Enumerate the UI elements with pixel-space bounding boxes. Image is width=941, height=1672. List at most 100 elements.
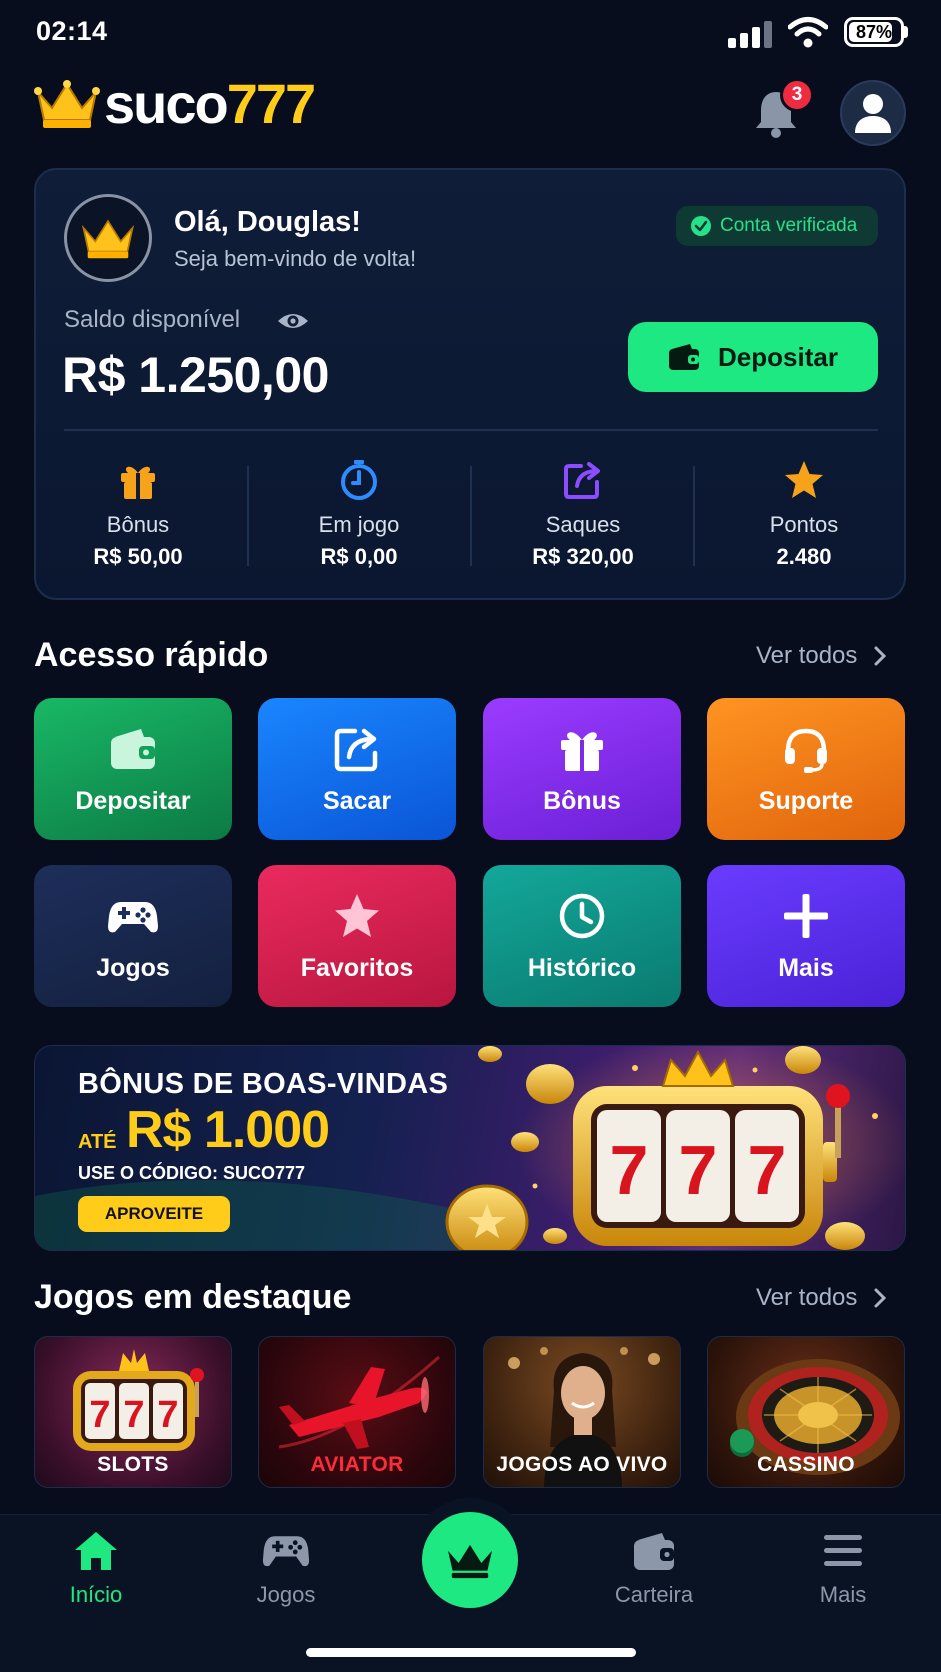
home-indicator — [306, 1648, 636, 1657]
deposit-button[interactable]: Depositar — [628, 322, 878, 392]
stat-separator — [470, 466, 472, 566]
balance-value: R$ 1.250,00 — [62, 347, 329, 403]
nav-more[interactable]: Mais — [773, 1530, 913, 1608]
home-icon — [75, 1532, 117, 1570]
stat-label: Bônus — [106, 512, 170, 537]
svg-text:7: 7 — [679, 1131, 718, 1209]
gift-icon — [121, 466, 155, 499]
eye-icon[interactable] — [276, 309, 310, 333]
tile-support[interactable]: Suporte — [707, 698, 905, 840]
tile-label: Depositar — [75, 786, 191, 815]
stat-value: R$ 320,00 — [532, 544, 634, 569]
star-icon — [785, 461, 823, 498]
stat-value: 2.480 — [776, 544, 832, 569]
app-logo[interactable]: suco777 — [34, 72, 316, 135]
svg-text:7: 7 — [89, 1394, 110, 1436]
stat-label: Pontos — [769, 512, 839, 537]
user-avatar — [64, 194, 152, 282]
tile-label: Histórico — [527, 953, 637, 982]
banner-title: BÔNUS DE BOAS-VINDAS — [78, 1068, 449, 1100]
notification-badge: 3 — [780, 78, 814, 112]
see-all-label: Ver todos — [756, 1284, 858, 1311]
crown-icon — [34, 80, 100, 128]
logo-text-white: suco — [104, 72, 229, 135]
game-card-slots[interactable]: 7 7 7 SLOTS — [34, 1336, 232, 1488]
status-time: 02:14 — [36, 16, 108, 46]
nav-label: Mais — [819, 1582, 867, 1607]
wallet-icon — [669, 344, 700, 370]
stat-bonus: Bônus R$ 50,00 — [40, 458, 236, 570]
clock-icon — [559, 893, 605, 938]
game-label: CASSINO — [757, 1453, 855, 1476]
crown-icon — [448, 1544, 492, 1579]
wallet-icon — [111, 728, 155, 769]
tile-games[interactable]: Jogos — [34, 865, 232, 1007]
featured-games-title: Jogos em destaque — [34, 1278, 352, 1316]
menu-icon — [824, 1535, 862, 1566]
game-card-casino[interactable]: CASSINO — [707, 1336, 905, 1488]
star-icon — [335, 893, 379, 937]
chevron-right-icon — [874, 646, 887, 666]
welcome-text: Seja bem-vindo de volta! — [174, 246, 417, 271]
stat-separator — [247, 466, 249, 566]
logo-text-yellow: 777 — [226, 72, 316, 135]
game-card-live-games[interactable]: JOGOS AO VIVO — [483, 1336, 681, 1488]
wifi-icon — [788, 17, 828, 48]
crown-icon — [81, 219, 135, 259]
game-label: AVIATOR — [310, 1453, 404, 1476]
stat-label: Em jogo — [318, 512, 400, 537]
tile-withdraw[interactable]: Sacar — [258, 698, 456, 840]
stat-in-game: Em jogo R$ 0,00 — [261, 458, 457, 570]
tile-bonus[interactable]: Bônus — [483, 698, 681, 840]
svg-text:7: 7 — [157, 1394, 178, 1436]
greeting-text: Olá, Douglas! — [174, 206, 361, 238]
banner-cta-button[interactable]: APROVEITE — [78, 1196, 230, 1232]
withdraw-icon — [334, 728, 378, 771]
battery-icon: 87% — [844, 17, 904, 47]
game-label: SLOTS — [97, 1453, 169, 1476]
banner-code: USE O CÓDIGO: SUCO777 — [78, 1163, 306, 1183]
banner-ate: ATÉ — [78, 1131, 117, 1153]
tile-label: Sacar — [322, 786, 392, 815]
share-icon — [564, 462, 600, 499]
profile-button[interactable] — [840, 80, 906, 146]
nav-games[interactable]: Jogos — [216, 1530, 356, 1608]
svg-text:7: 7 — [610, 1131, 649, 1209]
balance-label: Saldo disponível — [64, 306, 241, 333]
verified-badge: Conta verificada — [676, 206, 878, 246]
headset-icon — [785, 728, 827, 773]
banner-amount: R$ 1.000 — [126, 1101, 330, 1159]
stat-points: Pontos 2.480 — [706, 458, 902, 570]
quick-access-title: Acesso rápido — [34, 636, 269, 674]
card-divider — [64, 429, 878, 431]
tile-label: Mais — [778, 953, 834, 982]
nav-label: Início — [69, 1582, 123, 1607]
quick-access-see-all[interactable]: Ver todos — [756, 642, 887, 670]
svg-text:7: 7 — [123, 1394, 144, 1436]
nav-label: Carteira — [614, 1582, 694, 1607]
deposit-button-label: Depositar — [718, 341, 838, 372]
featured-see-all[interactable]: Ver todos — [756, 1284, 887, 1312]
verified-label: Conta verificada — [720, 215, 858, 236]
gift-icon — [561, 731, 603, 771]
gamepad-icon — [262, 1536, 310, 1567]
tile-label: Bônus — [543, 786, 621, 815]
tile-history[interactable]: Histórico — [483, 865, 681, 1007]
user-icon — [855, 94, 891, 133]
game-card-aviator[interactable]: AVIATOR — [258, 1336, 456, 1488]
stat-separator — [693, 466, 695, 566]
check-circle-icon — [691, 216, 711, 236]
battery-level: 87% — [855, 21, 893, 42]
nav-wallet[interactable]: Carteira — [584, 1530, 724, 1608]
chevron-right-icon — [874, 1288, 887, 1308]
tile-more[interactable]: Mais — [707, 865, 905, 1007]
nav-home[interactable]: Início — [26, 1530, 166, 1608]
battery-cap — [904, 26, 908, 38]
tile-favorites[interactable]: Favoritos — [258, 865, 456, 1007]
tile-deposit[interactable]: Depositar — [34, 698, 232, 840]
nav-center-button[interactable] — [422, 1512, 518, 1608]
signal-icon — [728, 20, 774, 48]
wallet-icon — [634, 1533, 674, 1570]
stat-withdrawals: Saques R$ 320,00 — [485, 458, 681, 570]
gamepad-icon — [108, 901, 158, 932]
